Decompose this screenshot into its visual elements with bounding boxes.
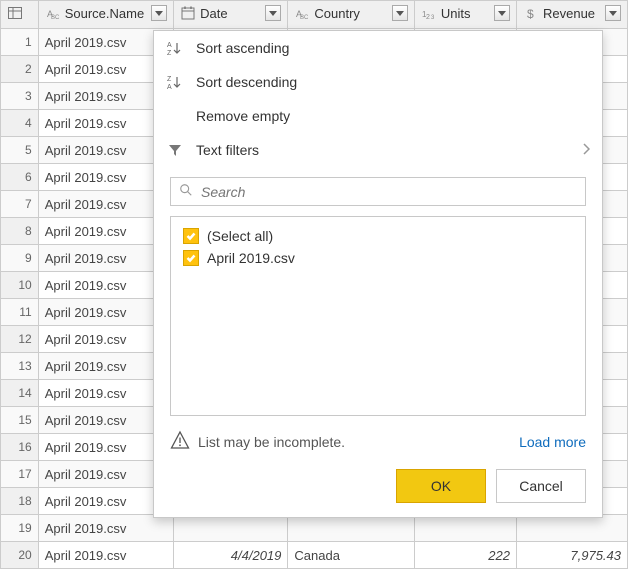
filter-toggle-country[interactable] — [392, 5, 408, 21]
text-type-icon: ABC — [45, 5, 61, 21]
row-number[interactable]: 11 — [1, 299, 39, 326]
svg-text:Z: Z — [167, 50, 172, 56]
cell-units[interactable] — [414, 515, 516, 542]
text-filters-item[interactable]: Text filters — [154, 133, 602, 167]
cell-units[interactable]: 222 — [414, 542, 516, 569]
cell-source[interactable]: April 2019.csv — [38, 515, 173, 542]
empty-icon — [166, 107, 184, 125]
cancel-button[interactable]: Cancel — [496, 469, 586, 503]
col-header-revenue[interactable]: $ Revenue — [516, 1, 627, 29]
filter-search[interactable] — [170, 177, 586, 206]
sort-descending-item[interactable]: ZA Sort descending — [154, 65, 602, 99]
row-number[interactable]: 19 — [1, 515, 39, 542]
row-number[interactable]: 20 — [1, 542, 39, 569]
col-header-units[interactable]: 123 Units — [414, 1, 516, 29]
sort-asc-icon: AZ — [166, 39, 184, 57]
cell-date[interactable]: 4/4/2019 — [174, 542, 288, 569]
sort-asc-label: Sort ascending — [196, 40, 590, 56]
funnel-icon — [166, 141, 184, 159]
svg-text:3: 3 — [431, 15, 435, 21]
table-row[interactable]: 20April 2019.csv4/4/2019Canada2227,975.4… — [1, 542, 628, 569]
checkbox-icon — [183, 228, 199, 244]
cell-date[interactable] — [174, 515, 288, 542]
row-number[interactable]: 7 — [1, 191, 39, 218]
row-number[interactable]: 14 — [1, 380, 39, 407]
text-filters-label: Text filters — [196, 142, 570, 158]
row-number[interactable]: 15 — [1, 407, 39, 434]
row-number[interactable]: 3 — [1, 83, 39, 110]
cell-country[interactable]: Canada — [288, 542, 415, 569]
column-filter-dropdown: AZ Sort ascending ZA Sort descending Rem… — [153, 30, 603, 518]
svg-text:Z: Z — [167, 76, 172, 83]
load-more-link[interactable]: Load more — [519, 434, 586, 450]
row-number[interactable]: 9 — [1, 245, 39, 272]
row-number[interactable]: 16 — [1, 434, 39, 461]
row-number[interactable]: 8 — [1, 218, 39, 245]
row-number[interactable]: 18 — [1, 488, 39, 515]
col-header-label: Date — [200, 6, 261, 21]
sort-ascending-item[interactable]: AZ Sort ascending — [154, 31, 602, 65]
col-header-label: Revenue — [543, 6, 601, 21]
row-number[interactable]: 4 — [1, 110, 39, 137]
chevron-right-icon — [582, 142, 590, 158]
col-header-label: Country — [314, 6, 388, 21]
warning-icon — [170, 430, 190, 453]
text-type-icon: ABC — [294, 5, 310, 21]
cell-source[interactable]: April 2019.csv — [38, 542, 173, 569]
sort-desc-label: Sort descending — [196, 74, 590, 90]
date-type-icon — [180, 5, 196, 21]
filter-value-label: April 2019.csv — [207, 250, 295, 266]
table-row[interactable]: 19April 2019.csv — [1, 515, 628, 542]
row-number[interactable]: 6 — [1, 164, 39, 191]
row-number[interactable]: 17 — [1, 461, 39, 488]
col-header-label: Source.Name — [65, 6, 147, 21]
svg-text:2: 2 — [426, 14, 430, 21]
col-header-date[interactable]: Date — [174, 1, 288, 29]
filter-toggle-revenue[interactable] — [605, 5, 621, 21]
row-number[interactable]: 2 — [1, 56, 39, 83]
incomplete-message: List may be incomplete. — [198, 434, 345, 450]
col-header-country[interactable]: ABC Country — [288, 1, 415, 29]
filter-toggle-source[interactable] — [151, 5, 167, 21]
remove-empty-item[interactable]: Remove empty — [154, 99, 602, 133]
svg-text:$: $ — [527, 7, 534, 21]
svg-text:C: C — [304, 15, 309, 21]
row-number[interactable]: 1 — [1, 29, 39, 56]
svg-text:A: A — [167, 42, 172, 49]
row-number[interactable]: 10 — [1, 272, 39, 299]
ok-button[interactable]: OK — [396, 469, 486, 503]
remove-empty-label: Remove empty — [196, 108, 590, 124]
table-icon-header[interactable] — [1, 1, 39, 29]
search-icon — [179, 183, 193, 200]
row-number[interactable]: 5 — [1, 137, 39, 164]
filter-toggle-date[interactable] — [265, 5, 281, 21]
select-all-row[interactable]: (Select all) — [181, 225, 575, 247]
filter-values-list: (Select all) April 2019.csv — [170, 216, 586, 416]
checkbox-icon — [183, 250, 199, 266]
col-header-label: Units — [441, 6, 490, 21]
select-all-label: (Select all) — [207, 228, 273, 244]
col-header-source[interactable]: ABC Source.Name — [38, 1, 173, 29]
sort-desc-icon: ZA — [166, 73, 184, 91]
svg-text:C: C — [55, 15, 60, 21]
row-number[interactable]: 12 — [1, 326, 39, 353]
cell-revenue[interactable] — [516, 515, 627, 542]
svg-text:A: A — [167, 84, 172, 90]
cell-country[interactable] — [288, 515, 415, 542]
cell-revenue[interactable]: 7,975.43 — [516, 542, 627, 569]
currency-type-icon: $ — [523, 5, 539, 21]
filter-value-row[interactable]: April 2019.csv — [181, 247, 575, 269]
filter-search-input[interactable] — [201, 184, 577, 200]
number-type-icon: 123 — [421, 5, 437, 21]
row-number[interactable]: 13 — [1, 353, 39, 380]
filter-toggle-units[interactable] — [494, 5, 510, 21]
